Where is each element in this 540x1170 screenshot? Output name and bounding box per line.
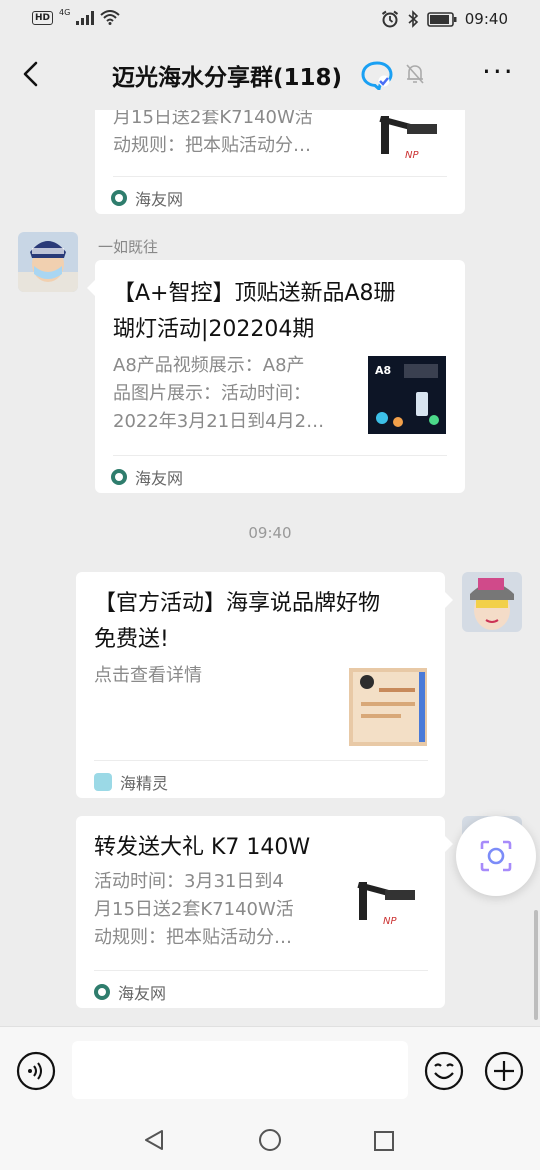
chat-title[interactable]: 迈光海水分享群(118) [112, 58, 342, 92]
alarm-icon [381, 10, 398, 28]
card-divider [113, 455, 447, 456]
wifi-icon [100, 10, 120, 25]
status-time: 09:40 [464, 10, 508, 28]
hd-badge: HD [32, 10, 54, 25]
source-app-icon [111, 190, 127, 206]
emoji-icon[interactable] [424, 1051, 464, 1091]
card-title: 【A+智控】顶贴送新品A8珊 瑚灯活动|202204期 [113, 281, 396, 342]
more-options-icon[interactable]: ··· [482, 58, 515, 86]
svg-text:NP: NP [405, 150, 419, 161]
card-description: 活动时间：3月31日到4 月15日送2套K7140W活 动规则：把本贴活动分… [94, 871, 294, 948]
avatar-image [18, 232, 78, 292]
bluetooth-icon [408, 10, 418, 28]
message-list: 月15日送2套K7140W活 动规则：把本贴活动分… NP 海友网 一如既往 【… [0, 110, 540, 1026]
self-avatar[interactable] [462, 572, 522, 632]
chat-header: 迈光海水分享群(118) ··· [0, 38, 540, 110]
link-card[interactable]: 【官方活动】海享说品牌好物 免费送! 点击查看详情 海精灵 [76, 572, 445, 798]
card-divider [94, 970, 428, 971]
card-source: 海精灵 [94, 770, 168, 794]
card-description: 点击查看详情 [94, 665, 202, 686]
battery-icon [426, 11, 457, 27]
source-name: 海精灵 [120, 774, 169, 793]
signal-icon [76, 10, 95, 25]
scan-lens-icon [480, 840, 512, 872]
timestamp-separator: 09:40 [248, 524, 292, 542]
plus-icon[interactable] [484, 1051, 524, 1091]
scrollbar[interactable] [534, 910, 538, 1020]
card-description: 月15日送2套K7140W活 动规则：把本贴活动分… [113, 110, 313, 156]
link-card[interactable]: 月15日送2套K7140W活 动规则：把本贴活动分… NP 海友网 [95, 110, 465, 214]
card-description: A8产品视频展示：A8产 品图片展示：活动时间： 2022年3月21日到4月2… [113, 355, 325, 432]
bubble-tail [445, 836, 453, 852]
bubble-tail [87, 280, 95, 296]
status-left: HD 4G [32, 8, 120, 25]
nav-back-icon[interactable] [142, 1128, 166, 1152]
source-app-icon [111, 469, 127, 485]
status-right: 09:40 [381, 10, 508, 28]
card-divider [113, 176, 447, 177]
card-source: 海友网 [94, 980, 166, 1004]
system-nav-bar [0, 1114, 540, 1170]
back-arrow-icon[interactable] [18, 58, 46, 90]
card-divider [94, 760, 428, 761]
card-thumbnail: NP [349, 872, 427, 950]
status-bar: HD 4G 09:40 [0, 0, 540, 38]
nav-home-icon[interactable] [258, 1128, 282, 1152]
thumb-label: A8 [375, 364, 391, 377]
link-card[interactable]: 转发送大礼 K7 140W 活动时间：3月31日到4 月15日送2套K7140W… [76, 816, 445, 1008]
link-card[interactable]: 【A+智控】顶贴送新品A8珊 瑚灯活动|202204期 A8产品视频展示：A8产… [95, 260, 465, 493]
svg-text:NP: NP [383, 916, 397, 927]
source-app-icon [94, 984, 110, 1000]
source-name: 海友网 [135, 469, 184, 488]
card-thumbnail [349, 668, 427, 746]
floating-scan-button[interactable] [456, 816, 536, 896]
chat-input-bar [0, 1026, 540, 1114]
card-title: 转发送大礼 K7 140W [94, 835, 311, 860]
voice-input-icon[interactable] [16, 1051, 56, 1091]
message-input[interactable] [72, 1041, 408, 1099]
network-label: 4G [59, 8, 71, 17]
source-name: 海友网 [135, 190, 184, 209]
sender-name: 一如既往 [98, 238, 159, 256]
card-source: 海友网 [111, 186, 183, 210]
card-thumbnail: A8 [368, 356, 446, 434]
avatar-image [462, 572, 522, 632]
source-name: 海友网 [118, 984, 167, 1003]
avatar[interactable] [18, 232, 78, 292]
card-source: 海友网 [111, 465, 183, 489]
card-title: 【官方活动】海享说品牌好物 免费送! [94, 591, 381, 652]
source-app-icon [94, 773, 112, 791]
nav-recent-apps-icon[interactable] [373, 1130, 395, 1152]
bubble-tail [445, 592, 453, 608]
mute-bell-icon [406, 64, 424, 84]
card-thumbnail: NP [371, 110, 449, 184]
group-chat-badge-icon[interactable] [360, 60, 394, 90]
